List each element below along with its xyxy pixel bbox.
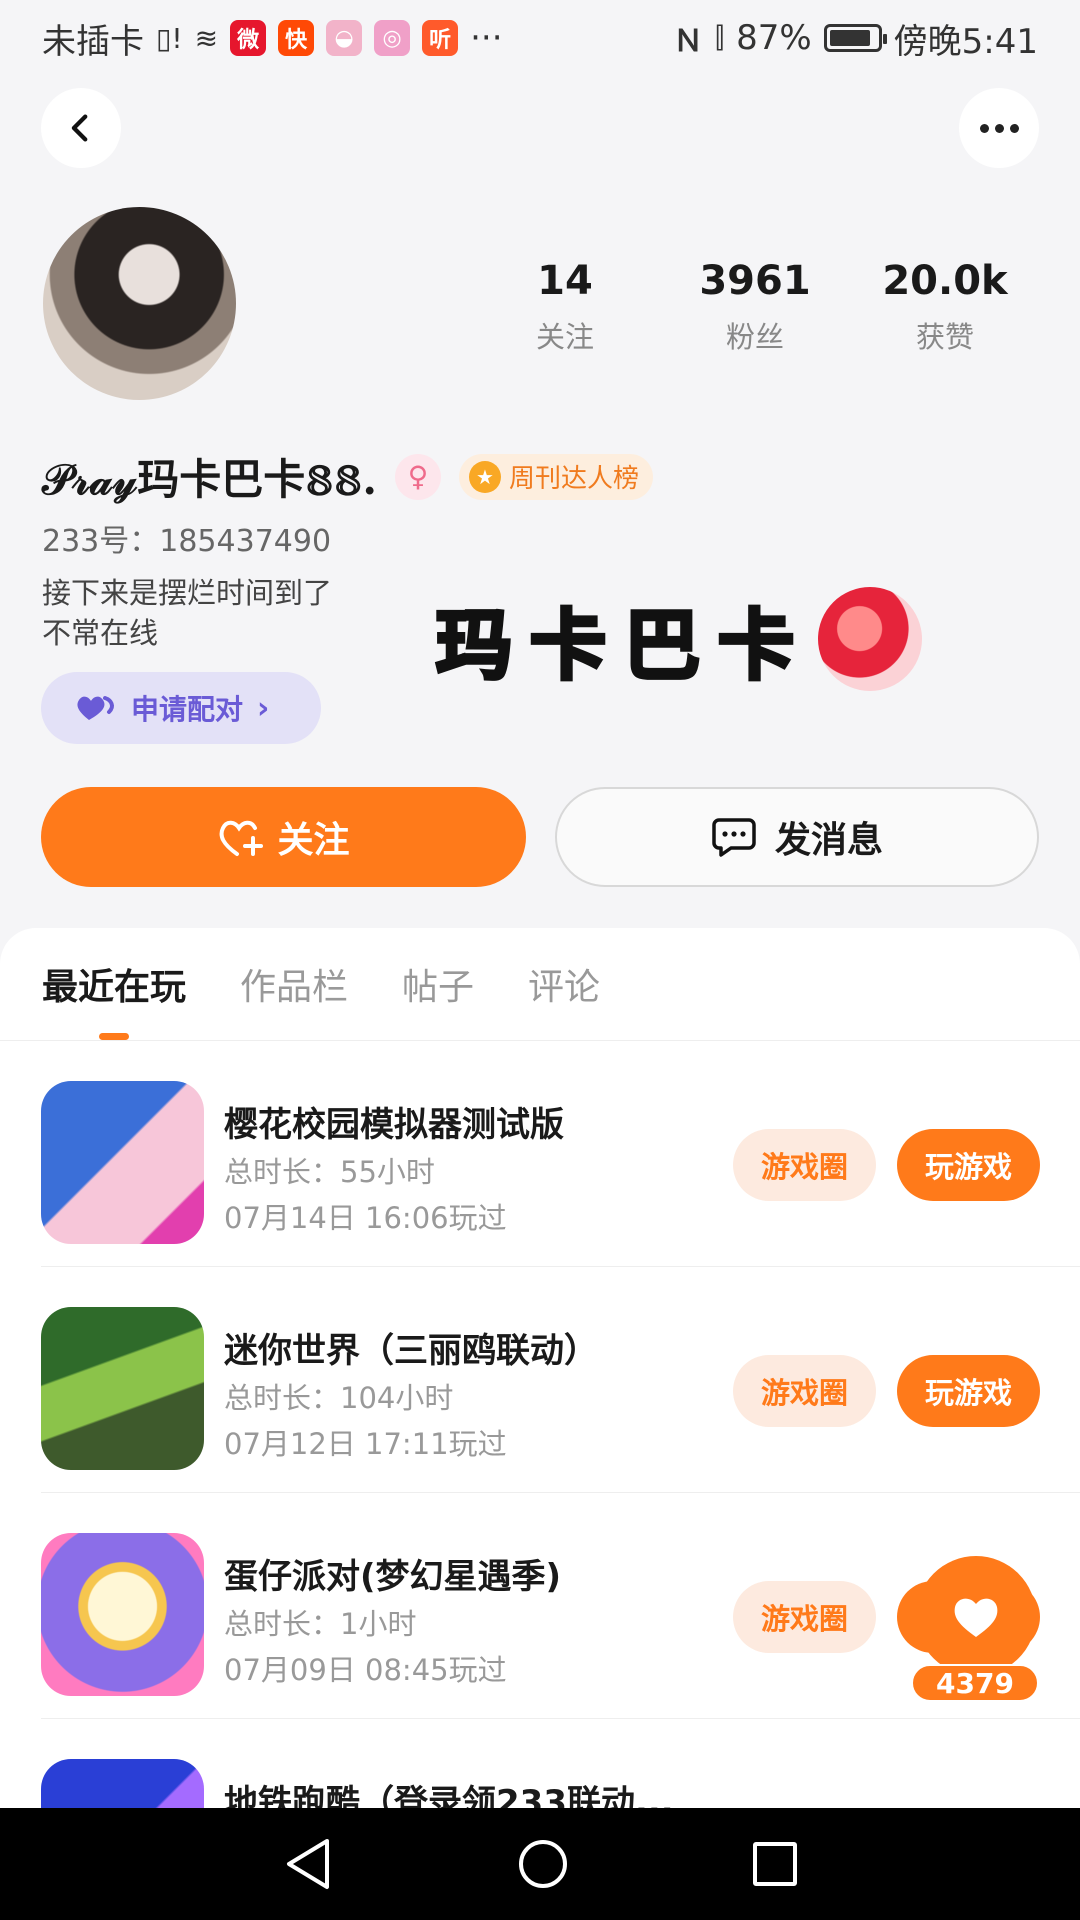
stat-label: 粉丝 bbox=[725, 320, 784, 354]
play-game-button[interactable]: 玩游戏 bbox=[897, 1355, 1040, 1427]
tab-recently-played[interactable]: 最近在玩 bbox=[42, 958, 186, 1040]
stat-value: 14 bbox=[537, 258, 593, 304]
game-circle-button[interactable]: 游戏圈 bbox=[733, 1355, 876, 1427]
subway-surfers-game-icon bbox=[41, 1759, 204, 1808]
mini-world-game-icon bbox=[41, 1307, 204, 1470]
send-message-label: 发消息 bbox=[774, 820, 883, 861]
weibo-icon: 微 bbox=[230, 20, 267, 56]
bio-line: 接下来是摆烂时间到了 bbox=[42, 576, 333, 610]
game-title: 蛋仔派对(梦幻星遇季) bbox=[224, 1557, 562, 1597]
game-row[interactable]: 地铁跑酷（登录领233联动... bbox=[41, 1719, 1080, 1808]
game-duration: 总时长：55小时 bbox=[224, 1155, 435, 1189]
stat-label: 获赞 bbox=[915, 320, 974, 354]
follow-button[interactable]: 关注 bbox=[41, 787, 526, 887]
nav-back-icon[interactable] bbox=[283, 1837, 333, 1891]
nickname: 𝒫𝓇𝒶𝓎玛卡巴卡𝟠𝟠. bbox=[42, 455, 377, 504]
more-dots-icon bbox=[979, 123, 1019, 133]
sticker-text: 玛卡巴卡 bbox=[434, 599, 812, 692]
more-notifications-icon: ··· bbox=[470, 18, 503, 58]
camera-app-icon: ◎ bbox=[374, 20, 411, 56]
game-row[interactable]: 樱花校园模拟器测试版 总时长：55小时 07月14日 16:06玩过 游戏圈 玩… bbox=[41, 1041, 1080, 1267]
stat-following[interactable]: 14 关注 bbox=[470, 258, 660, 356]
star-icon: ★ bbox=[469, 460, 501, 493]
rank-badge[interactable]: ★ 周刊达人榜 bbox=[459, 453, 654, 500]
chevron-left-icon bbox=[71, 114, 88, 142]
female-icon: ♀ bbox=[395, 453, 441, 500]
stat-label: 关注 bbox=[535, 320, 594, 354]
stat-value: 20.0k bbox=[882, 258, 1008, 304]
nav-home-icon[interactable] bbox=[519, 1840, 567, 1888]
eggy-party-game-icon bbox=[41, 1533, 204, 1696]
tab-bar: 最近在玩 作品栏 帖子 评论 bbox=[0, 928, 1080, 1041]
app-icon: ◒ bbox=[326, 20, 363, 56]
like-fab-button[interactable] bbox=[916, 1556, 1036, 1676]
rank-badge-label: 周刊达人榜 bbox=[509, 464, 640, 494]
stat-likes[interactable]: 20.0k 获赞 bbox=[850, 258, 1040, 356]
game-row[interactable]: 迷你世界（三丽鸥联动） 总时长：104小时 07月12日 17:11玩过 游戏圈… bbox=[41, 1267, 1080, 1493]
sakura-school-game-icon bbox=[41, 1081, 204, 1244]
nfc-icon: Ｎ bbox=[673, 24, 704, 59]
tab-works[interactable]: 作品栏 bbox=[240, 958, 348, 1010]
kuaishou-icon: 快 bbox=[278, 20, 315, 56]
heart-icon bbox=[954, 1598, 998, 1637]
bio: 接下来是摆烂时间到了 不常在线 bbox=[42, 573, 332, 653]
game-circle-button[interactable]: 游戏圈 bbox=[733, 1581, 876, 1653]
chevron-right-icon: › bbox=[257, 690, 270, 726]
play-game-button[interactable]: 玩游戏 bbox=[897, 1129, 1040, 1201]
pair-request-label: 申请配对 bbox=[131, 693, 244, 726]
game-circle-button[interactable]: 游戏圈 bbox=[733, 1129, 876, 1201]
game-last-played: 07月12日 17:11玩过 bbox=[224, 1427, 507, 1461]
pair-request-button[interactable]: 申请配对 › bbox=[41, 672, 321, 744]
status-bar: 未插卡 ▯! ≋ 微 快 ◒ ◎ 听 ··· Ｎ ⫿ 87% 傍晚5:41 bbox=[0, 0, 1080, 76]
game-duration: 总时长：1小时 bbox=[224, 1607, 417, 1641]
game-last-played: 07月09日 08:45玩过 bbox=[224, 1653, 507, 1687]
tab-posts[interactable]: 帖子 bbox=[402, 958, 474, 1010]
battery-icon bbox=[823, 24, 887, 52]
avatar[interactable] bbox=[43, 207, 236, 400]
heart-sticker-icon bbox=[818, 587, 922, 691]
battery-percent: 87% bbox=[736, 18, 812, 58]
game-title: 地铁跑酷（登录领233联动... bbox=[224, 1783, 674, 1808]
back-button[interactable] bbox=[41, 88, 121, 168]
pair-hearts-icon bbox=[77, 696, 114, 720]
carrier-text: 未插卡 bbox=[42, 21, 144, 62]
name-sticker: 玛卡巴卡 bbox=[434, 584, 922, 694]
bio-line: 不常在线 bbox=[42, 616, 159, 650]
chat-bubble-icon bbox=[712, 818, 756, 857]
wifi-icon: ≋ bbox=[194, 21, 219, 55]
game-duration: 总时长：104小时 bbox=[224, 1381, 454, 1415]
clock: 傍晚5:41 bbox=[893, 21, 1038, 62]
game-last-played: 07月14日 16:06玩过 bbox=[224, 1201, 507, 1235]
name-row: 𝒫𝓇𝒶𝓎玛卡巴卡𝟠𝟠. ♀ ★ 周刊达人榜 bbox=[42, 446, 654, 507]
follow-label: 关注 bbox=[277, 820, 350, 861]
nav-recents-icon[interactable] bbox=[753, 1842, 797, 1886]
like-count: 4379 bbox=[911, 1664, 1039, 1702]
stats-row: 14 关注 3961 粉丝 20.0k 获赞 bbox=[470, 258, 1040, 356]
stat-followers[interactable]: 3961 粉丝 bbox=[660, 258, 850, 356]
game-title: 樱花校园模拟器测试版 bbox=[224, 1105, 564, 1145]
ting-icon: 听 bbox=[422, 20, 459, 56]
user-id: 233号：185437490 bbox=[42, 524, 332, 559]
more-button[interactable] bbox=[959, 88, 1039, 168]
vibrate-icon: ⫿ bbox=[715, 21, 725, 54]
game-title: 迷你世界（三丽鸥联动） bbox=[224, 1331, 598, 1371]
tab-comments[interactable]: 评论 bbox=[528, 958, 600, 1010]
no-sim-icon: ▯! bbox=[156, 21, 183, 55]
send-message-button[interactable]: 发消息 bbox=[555, 787, 1039, 887]
stat-value: 3961 bbox=[699, 258, 811, 304]
heart-plus-icon bbox=[220, 820, 264, 856]
system-nav-bar bbox=[0, 1808, 1080, 1920]
